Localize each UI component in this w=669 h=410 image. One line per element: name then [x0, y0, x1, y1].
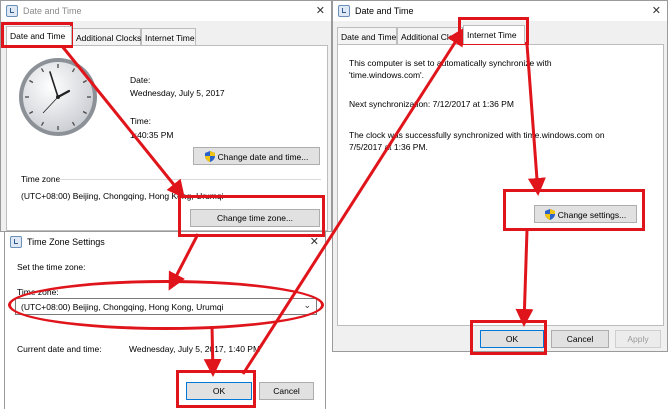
set-time-zone-label: Set the time zone:: [17, 262, 86, 272]
right-cancel-button[interactable]: Cancel: [551, 330, 609, 348]
right-window-title: Date and Time: [355, 6, 414, 16]
close-icon[interactable]: ✕: [652, 4, 661, 17]
window-icon: [6, 5, 18, 17]
current-date-time-label: Current date and time:: [17, 344, 102, 354]
highlight-right-ok: [470, 320, 547, 355]
window-icon: [10, 236, 22, 248]
highlight-time-zone-select: [8, 280, 324, 330]
close-icon[interactable]: ✕: [316, 4, 325, 17]
tz-cancel-button[interactable]: Cancel: [259, 382, 314, 400]
window-icon: [338, 5, 350, 17]
right-date-time-window: Date and Time ✕ Date and Time Additional…: [332, 0, 668, 352]
change-date-time-label: Change date and time...: [217, 152, 309, 162]
time-zone-divider: [59, 179, 321, 180]
right-apply-button[interactable]: Apply: [615, 330, 661, 348]
sync-text-line2: 'time.windows.com'.: [349, 70, 425, 80]
tab-internet-time[interactable]: Internet Time: [141, 28, 196, 45]
time-label: Time:: [130, 116, 151, 126]
highlight-tz-ok: [176, 370, 256, 408]
left-tabstrip: Date and Time Additional Clocks Internet…: [6, 26, 326, 45]
time-value: 1:40:35 PM: [130, 130, 174, 140]
tab-date-and-time[interactable]: Date and Time: [337, 27, 397, 44]
time-zone-label: Time zone: [21, 174, 61, 184]
next-sync-text: Next synchronization: 7/12/2017 at 1:36 …: [349, 99, 514, 109]
tz-dialog-title: Time Zone Settings: [27, 237, 105, 247]
sync-text-line1: This computer is set to automatically sy…: [349, 58, 552, 68]
tab-additional-clocks[interactable]: Additional Clocks: [397, 27, 463, 44]
date-label: Date:: [130, 75, 151, 85]
success-text-line1: The clock was successfully synchronized …: [349, 130, 605, 140]
clock-icon: [19, 58, 97, 136]
tab-internet-time[interactable]: Internet Time: [463, 25, 525, 44]
change-date-time-button[interactable]: Change date and time...: [193, 147, 320, 165]
right-tabstrip: Date and Time Additional Clocks Internet…: [337, 25, 657, 44]
right-tab-panel: This computer is set to automatically sy…: [337, 44, 664, 326]
tab-date-and-time[interactable]: Date and Time: [6, 26, 72, 45]
left-window-title: Date and Time: [23, 6, 82, 16]
highlight-change-time-zone: [178, 195, 325, 237]
tz-dialog-body: Set the time zone: Time zone: (UTC+08:00…: [5, 252, 325, 409]
tab-additional-clocks[interactable]: Additional Clocks: [72, 28, 141, 45]
shield-icon: [204, 151, 215, 162]
left-titlebar: Date and Time ✕: [1, 1, 331, 21]
success-text-line2: 7/5/2017 at 1:36 PM.: [349, 142, 428, 152]
current-date-time-value: Wednesday, July 5, 2017, 1:40 PM: [129, 344, 261, 354]
date-value: Wednesday, July 5, 2017: [130, 88, 225, 98]
highlight-change-settings: [503, 189, 645, 231]
